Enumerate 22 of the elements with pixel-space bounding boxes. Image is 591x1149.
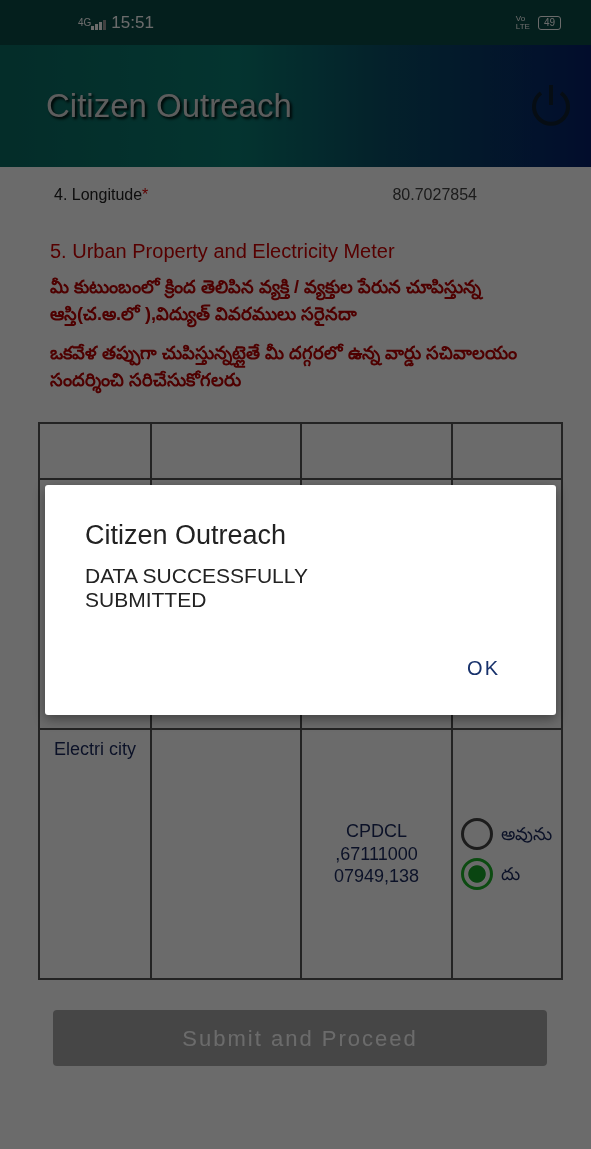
radio-label: దు — [501, 862, 520, 886]
radio-button[interactable] — [461, 858, 493, 890]
network-type: 4G — [78, 16, 92, 30]
app-title: Citizen Outreach — [46, 86, 292, 127]
field-value: 80.7027854 — [392, 184, 477, 205]
dialog-title: Citizen Outreach — [85, 519, 288, 552]
note-text: ఒకవేళ తప్పుగా చుపిస్తున్నట్లైతే మీ దగ్గరలో ఉన్న వార్డు సచివాలయం సందర్శించి సరిచేసుకోగలరు — [50, 340, 563, 394]
dialog-message: DATA SUCCESSFULLY SUBMITTED — [85, 563, 309, 612]
status-time: 15:51 — [111, 11, 154, 34]
section-title: 5. Urban Property and Electricity Meter — [50, 239, 396, 264]
question-text: మీ కుటుంబంలో క్రింద తెలిపిన వ్యక్తి / వ్యక్తుల పేరున చూపిస్తున్న ఆస్తి(చ.అ.లో ),విద్యుత్ వివరములు సరైనదా — [50, 274, 563, 328]
battery-icon: 49 — [537, 15, 561, 30]
field-label: 4. Longitude — [54, 184, 143, 205]
volte-label: LTE — [515, 22, 530, 31]
required-mark: * — [142, 184, 149, 205]
radio-label: అవును — [501, 822, 552, 846]
ok-button[interactable]: OK — [461, 649, 506, 687]
table-cell: Electri city — [40, 730, 152, 978]
table-cell: CPDCL ,67111000 07949,138 — [302, 730, 453, 978]
signal-icon — [91, 20, 108, 30]
volte-label: Vo — [515, 14, 527, 23]
radio-button[interactable] — [461, 818, 493, 850]
